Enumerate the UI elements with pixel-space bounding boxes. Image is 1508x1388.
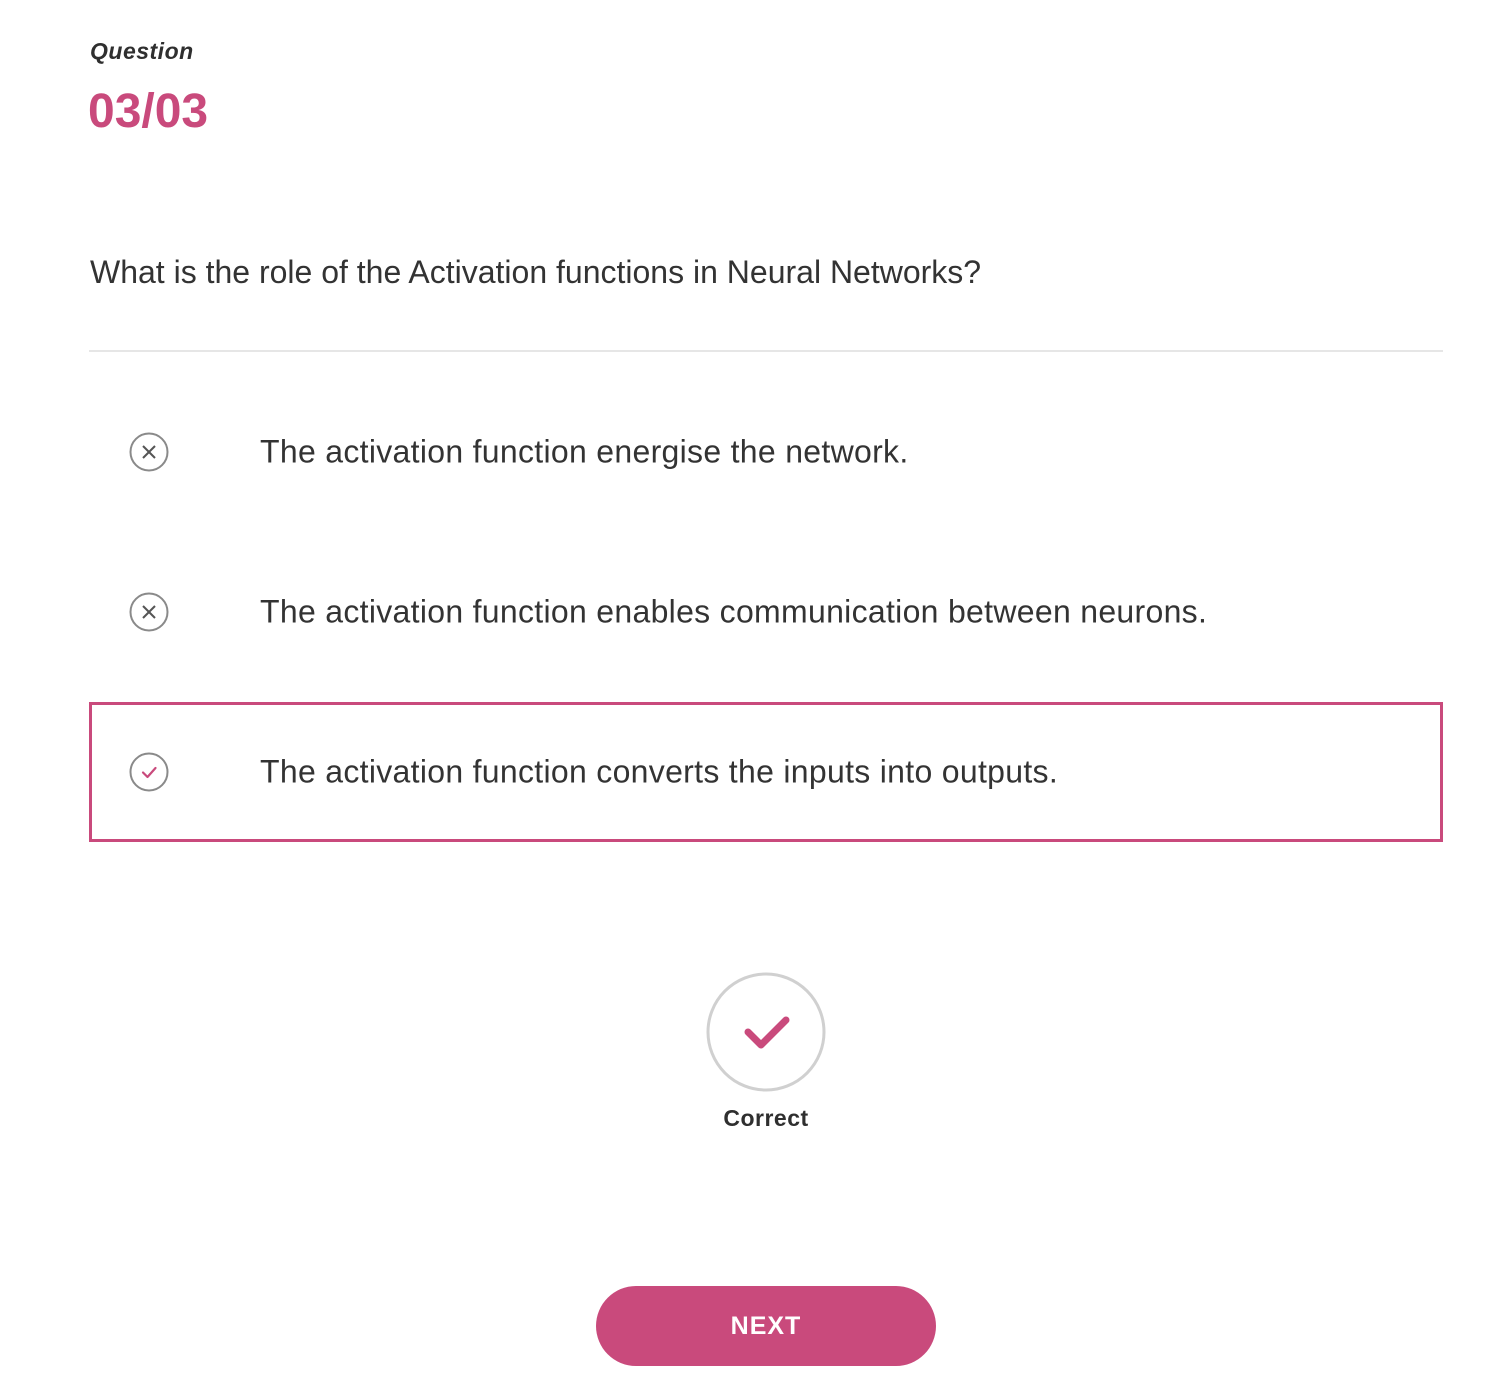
question-label: Question	[90, 38, 194, 64]
option-1[interactable]: The activation function energise the net…	[89, 382, 1443, 522]
x-circle-icon	[129, 592, 169, 632]
check-icon	[706, 972, 826, 1092]
option-3-selected[interactable]: The activation function converts the inp…	[89, 702, 1443, 842]
check-circle-icon	[129, 752, 169, 792]
option-text: The activation function enables communic…	[260, 593, 1208, 630]
question-text: What is the role of the Activation funct…	[90, 254, 982, 290]
result-label: Correct	[723, 1105, 809, 1131]
option-text: The activation function energise the net…	[260, 433, 909, 470]
x-circle-icon	[129, 432, 169, 472]
divider	[89, 350, 1443, 352]
option-text: The activation function converts the inp…	[260, 753, 1059, 790]
next-button[interactable]: NEXT	[596, 1286, 936, 1366]
question-counter: 03/03	[88, 85, 209, 138]
option-2[interactable]: The activation function enables communic…	[89, 542, 1443, 682]
